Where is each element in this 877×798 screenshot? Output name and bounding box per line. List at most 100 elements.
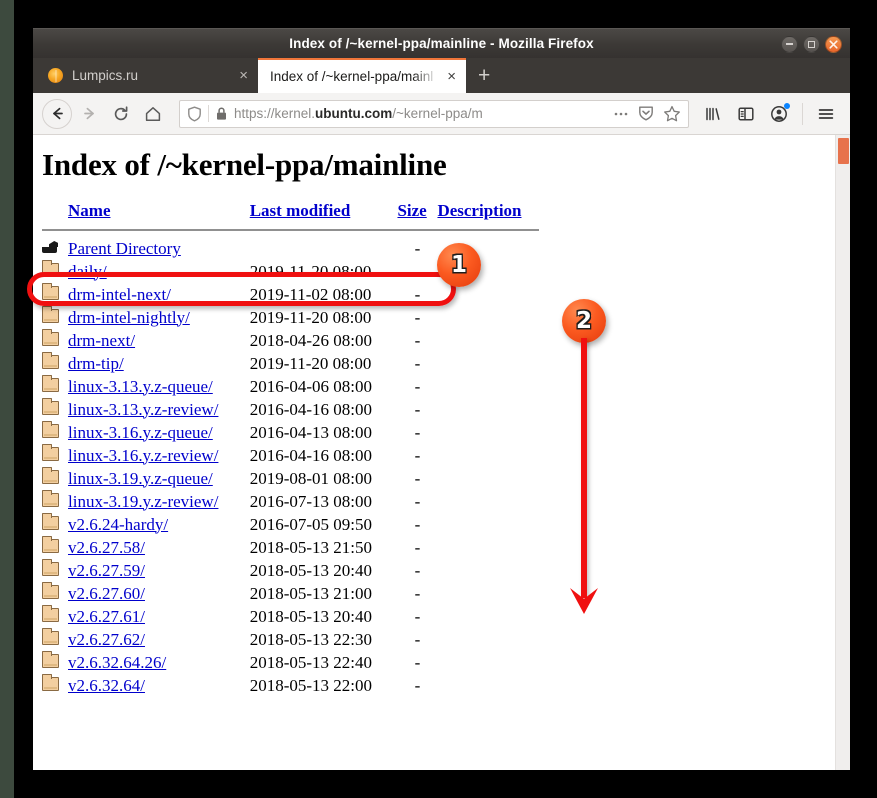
table-row[interactable]: linux-3.16.y.z-review/2016-04-16 08:00 -	[42, 444, 539, 467]
table-row[interactable]: linux-3.19.y.z-queue/2019-08-01 08:00 -	[42, 467, 539, 490]
directory-link[interactable]: drm-intel-nightly/	[68, 308, 190, 327]
sort-by-name-link[interactable]: Name	[68, 201, 110, 220]
row-desc-cell	[437, 536, 539, 559]
sidebar-button[interactable]	[731, 99, 761, 129]
row-name-cell[interactable]: v2.6.27.61/	[68, 605, 250, 628]
directory-link[interactable]: v2.6.32.64.26/	[68, 653, 166, 672]
row-name-cell[interactable]: v2.6.27.62/	[68, 628, 250, 651]
sidebar-icon	[738, 106, 754, 121]
directory-link[interactable]: v2.6.32.64/	[68, 676, 145, 695]
directory-link[interactable]: linux-3.13.y.z-queue/	[68, 377, 213, 396]
table-row[interactable]: v2.6.32.64.26/2018-05-13 22:40 -	[42, 651, 539, 674]
row-date-cell: 2016-07-05 09:50	[249, 514, 373, 534]
directory-link[interactable]: drm-tip/	[68, 354, 124, 373]
padlock-icon[interactable]	[215, 106, 228, 122]
row-icon-cell	[42, 651, 68, 674]
table-head: Name Last modified Size Description	[42, 201, 539, 238]
row-name-cell[interactable]: linux-3.19.y.z-review/	[68, 490, 250, 513]
account-button[interactable]	[764, 99, 794, 129]
directory-link[interactable]: v2.6.27.59/	[68, 561, 145, 580]
row-name-cell[interactable]: linux-3.19.y.z-queue/	[68, 467, 250, 490]
row-name-cell[interactable]: v2.6.27.58/	[68, 536, 250, 559]
directory-link[interactable]: v2.6.27.60/	[68, 584, 145, 603]
directory-link[interactable]: linux-3.19.y.z-review/	[68, 492, 218, 511]
tracking-protection-shield-icon[interactable]	[187, 106, 202, 122]
table-row[interactable]: linux-3.19.y.z-review/2016-07-13 08:00 -	[42, 490, 539, 513]
star-bookmark-icon[interactable]	[663, 105, 681, 123]
ellipsis-icon[interactable]	[613, 106, 629, 122]
directory-link[interactable]: drm-next/	[68, 331, 135, 350]
directory-link[interactable]: v2.6.27.58/	[68, 538, 145, 557]
folder-icon	[42, 651, 59, 668]
url-bar[interactable]: https://kernel.ubuntu.com/~kernel-ppa/m	[179, 99, 689, 128]
col-size-header[interactable]: Size	[397, 201, 437, 225]
forward-button[interactable]	[74, 99, 104, 129]
directory-link[interactable]: linux-3.16.y.z-review/	[68, 446, 218, 465]
row-name-cell[interactable]: drm-tip/	[68, 352, 250, 375]
library-button[interactable]	[698, 99, 728, 129]
row-name-cell[interactable]: v2.6.32.64/	[68, 674, 250, 697]
table-row[interactable]: drm-tip/2019-11-20 08:00 -	[42, 352, 539, 375]
sort-by-description-link[interactable]: Description	[437, 201, 521, 220]
window-title: Index of /~kernel-ppa/mainline - Mozilla…	[289, 36, 594, 51]
row-size-cell: -	[414, 376, 421, 396]
row-name-cell[interactable]: v2.6.27.59/	[68, 559, 250, 582]
pocket-save-icon[interactable]	[638, 105, 654, 122]
table-row[interactable]: v2.6.32.64/2018-05-13 22:00 -	[42, 674, 539, 697]
close-button[interactable]	[825, 35, 842, 53]
minimize-button[interactable]	[781, 35, 798, 53]
table-row[interactable]: v2.6.27.59/2018-05-13 20:40 -	[42, 559, 539, 582]
sort-by-date-link[interactable]: Last modified	[250, 201, 351, 220]
table-divider-row	[42, 225, 539, 238]
vertical-scrollbar[interactable]	[835, 135, 850, 770]
row-name-cell[interactable]: drm-next/	[68, 329, 250, 352]
table-row[interactable]: v2.6.27.62/2018-05-13 22:30 -	[42, 628, 539, 651]
directory-link[interactable]: v2.6.24-hardy/	[68, 515, 168, 534]
tab-close-icon[interactable]: ×	[239, 68, 248, 83]
row-name-cell[interactable]: linux-3.13.y.z-queue/	[68, 375, 250, 398]
parent-directory-link[interactable]: Parent Directory	[68, 239, 181, 258]
browser-tab-index-kernel-ppa[interactable]: Index of /~kernel-ppa/mainl ×	[258, 58, 466, 93]
table-row[interactable]: v2.6.24-hardy/2016-07-05 09:50 -	[42, 513, 539, 536]
table-row[interactable]: v2.6.27.61/2018-05-13 20:40 -	[42, 605, 539, 628]
browser-tab-lumpics[interactable]: Lumpics.ru ×	[36, 58, 258, 93]
row-name-cell[interactable]: linux-3.16.y.z-review/	[68, 444, 250, 467]
directory-link[interactable]: linux-3.16.y.z-queue/	[68, 423, 213, 442]
table-row[interactable]: linux-3.16.y.z-queue/2016-04-13 08:00 -	[42, 421, 539, 444]
tab-close-icon[interactable]: ×	[447, 69, 456, 84]
folder-icon	[42, 398, 59, 415]
row-name-cell[interactable]: v2.6.27.60/	[68, 582, 250, 605]
reload-button[interactable]	[106, 99, 136, 129]
col-name-header[interactable]: Name	[68, 201, 250, 225]
table-row[interactable]: v2.6.27.58/2018-05-13 21:50 -	[42, 536, 539, 559]
directory-link[interactable]: v2.6.27.61/	[68, 607, 145, 626]
row-name-cell[interactable]: linux-3.16.y.z-queue/	[68, 421, 250, 444]
table-row[interactable]: drm-intel-nightly/2019-11-20 08:00 -	[42, 306, 539, 329]
row-name-cell[interactable]: v2.6.24-hardy/	[68, 513, 250, 536]
directory-link[interactable]: v2.6.27.62/	[68, 630, 145, 649]
table-row[interactable]: drm-next/2018-04-26 08:00 -	[42, 329, 539, 352]
sort-by-size-link[interactable]: Size	[397, 201, 426, 220]
row-name-cell[interactable]: Parent Directory	[68, 238, 250, 260]
row-date-cell: 2016-04-16 08:00	[249, 399, 373, 419]
row-desc-cell	[437, 582, 539, 605]
row-date-cell: 2018-05-13 20:40	[249, 560, 373, 580]
back-button[interactable]	[42, 98, 72, 129]
maximize-button[interactable]	[803, 35, 820, 53]
table-row[interactable]: v2.6.27.60/2018-05-13 21:00 -	[42, 582, 539, 605]
directory-link[interactable]: linux-3.13.y.z-review/	[68, 400, 218, 419]
scrollbar-thumb[interactable]	[838, 138, 849, 164]
row-name-cell[interactable]: drm-intel-nightly/	[68, 306, 250, 329]
directory-link[interactable]: linux-3.19.y.z-queue/	[68, 469, 213, 488]
home-button[interactable]	[138, 99, 168, 129]
row-name-cell[interactable]: v2.6.32.64.26/	[68, 651, 250, 674]
table-row[interactable]: linux-3.13.y.z-queue/2016-04-06 08:00 -	[42, 375, 539, 398]
row-name-cell[interactable]: linux-3.13.y.z-review/	[68, 398, 250, 421]
table-row[interactable]: linux-3.13.y.z-review/2016-04-16 08:00 -	[42, 398, 539, 421]
col-date-header[interactable]: Last modified	[250, 201, 398, 225]
col-desc-header[interactable]: Description	[437, 201, 539, 225]
row-desc-cell	[437, 329, 539, 352]
menu-button[interactable]	[811, 99, 841, 129]
new-tab-button[interactable]: +	[466, 65, 502, 86]
folder-icon	[42, 605, 59, 622]
